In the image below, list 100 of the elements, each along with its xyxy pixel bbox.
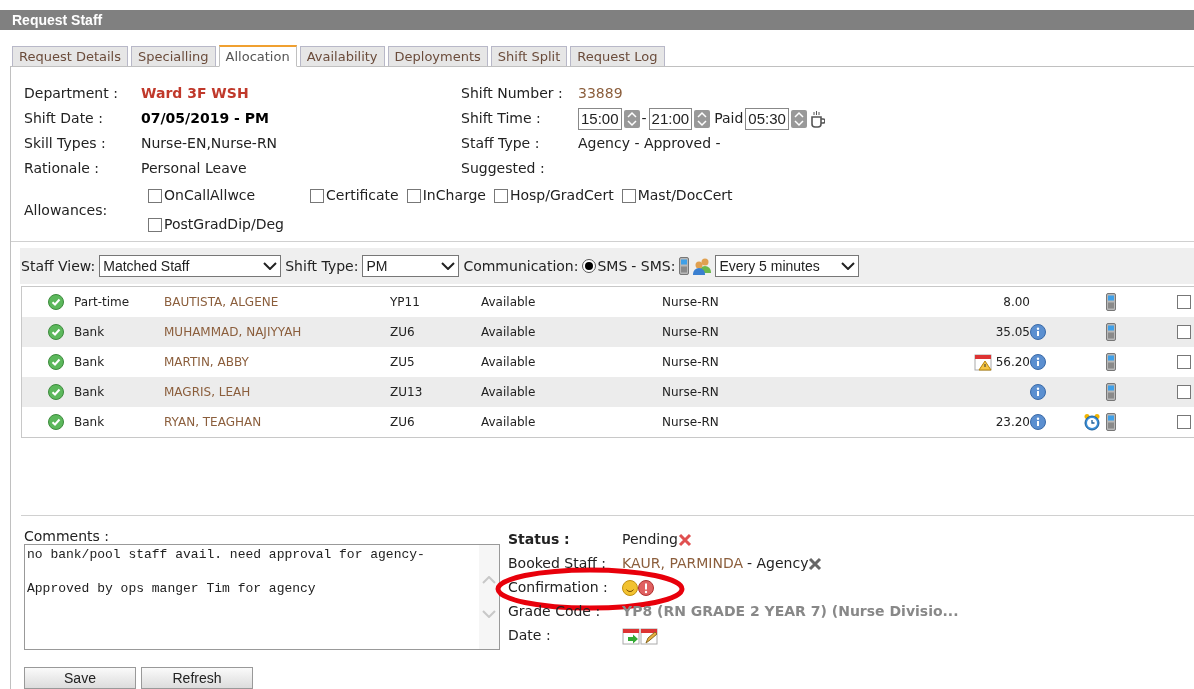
row-checkbox[interactable] [1177, 295, 1191, 309]
close-icon[interactable] [808, 556, 823, 571]
chevron-down-icon [263, 262, 278, 270]
mobile-phone-icon[interactable] [1106, 293, 1116, 311]
tab[interactable]: Shift Split [490, 46, 568, 66]
row-checkbox[interactable] [1177, 325, 1191, 339]
field-label: Skill Types : [24, 134, 107, 153]
department-value: Ward 3F WSH [141, 84, 249, 103]
staff-name: KAUR, PARMINDA [622, 554, 744, 573]
table-cell-text: ZU5 [390, 354, 416, 371]
checkbox-label: InCharge [422, 186, 486, 205]
skill-types-value: Nurse-EN,Nurse-RN [141, 134, 278, 153]
tab[interactable]: Deployments [387, 46, 488, 66]
radio-button[interactable] [582, 259, 597, 273]
info-icon[interactable] [1030, 414, 1046, 430]
time-field[interactable]: 05:30 [745, 107, 789, 130]
checkbox[interactable] [148, 217, 162, 232]
field-label: Confirmation : [508, 578, 609, 597]
comments-field[interactable]: no bank/pool staff avail. need approval for agency- Approved by ops manger Tim for agency [24, 544, 500, 650]
tab[interactable]: Availability [299, 46, 385, 66]
tab[interactable]: Specialling [131, 46, 216, 66]
close-icon[interactable] [677, 532, 692, 547]
check-circle-icon [48, 324, 64, 340]
chevron-down-icon [841, 262, 856, 270]
time-field[interactable]: 21:00 [648, 107, 693, 130]
mobile-phone-icon[interactable] [1106, 383, 1116, 401]
table-cell-text: Nurse-RN [662, 414, 720, 431]
button[interactable]: Refresh [141, 667, 253, 689]
hours-value: 23.20 [995, 414, 1030, 431]
agency-label: - Agency [747, 554, 809, 573]
table-cell-text: Available [481, 294, 537, 311]
checkbox[interactable] [310, 188, 324, 203]
checkbox-label: Hosp/GradCert [510, 186, 614, 205]
calendar-edit-icon[interactable] [640, 626, 658, 645]
sms-label: - SMS: [631, 256, 676, 276]
tab[interactable]: Request Log [570, 46, 665, 66]
check-circle-icon [48, 354, 64, 370]
hours-value: 8.00 [1003, 294, 1030, 311]
dropdown-value: PM [366, 256, 388, 276]
mobile-phone-icon[interactable] [1106, 413, 1116, 431]
table-cell-text: Nurse-RN [662, 354, 720, 371]
chevron-down-icon [441, 262, 456, 270]
field-label: Status : [508, 530, 571, 549]
checkbox[interactable] [148, 188, 162, 203]
table-cell-text: Nurse-RN [662, 294, 720, 311]
filter-label: Communication: [463, 256, 579, 276]
field-label: Department : [24, 84, 119, 103]
alert-icon [638, 579, 654, 596]
checkbox[interactable] [621, 188, 636, 203]
staff-name: BAUTISTA, ALGENE [164, 294, 280, 311]
staff-name: MUHAMMAD, NAJIYYAH [164, 324, 303, 341]
row-checkbox[interactable] [1177, 385, 1191, 399]
table-cell-text: Bank [74, 384, 106, 401]
button[interactable]: Save [24, 667, 136, 689]
table-cell-text: Nurse-RN [662, 384, 720, 401]
dropdown-value: Matched Staff [103, 256, 190, 276]
checkbox[interactable] [406, 188, 421, 203]
dropdown[interactable]: Matched Staff [99, 255, 282, 277]
info-icon[interactable] [1030, 384, 1046, 400]
mobile-phone-icon[interactable] [679, 257, 690, 275]
table-cell-text: Part-time [74, 294, 131, 311]
field-label: Suggested : [461, 159, 546, 178]
dropdown[interactable]: Every 5 minutes [715, 255, 860, 277]
row-checkbox[interactable] [1177, 415, 1191, 429]
spinner-icon[interactable] [790, 109, 807, 128]
checkbox[interactable] [494, 188, 508, 203]
hours-value: 35.05 [995, 324, 1030, 341]
staff-name: MARTIN, ABBY [164, 354, 250, 371]
dropdown[interactable]: PM [362, 255, 460, 277]
shift-number-value: 33889 [578, 84, 623, 103]
people-icon[interactable] [693, 257, 712, 275]
table-cell-text: Bank [74, 414, 106, 431]
time-field[interactable]: 15:00 [578, 107, 622, 130]
check-circle-icon [48, 384, 64, 400]
separator: - [641, 109, 647, 128]
row-checkbox[interactable] [1177, 355, 1191, 369]
window-title: Request Staff [12, 10, 103, 30]
table-cell-text: ZU6 [390, 324, 416, 341]
allowances-label: Allowances: [24, 200, 109, 220]
staff-name: RYAN, TEAGHAN [164, 414, 263, 431]
cup-icon [808, 109, 825, 128]
field-label: Date : [508, 626, 552, 645]
field-label: Shift Time : [461, 109, 542, 128]
mobile-phone-icon[interactable] [1106, 353, 1116, 371]
mobile-phone-icon[interactable] [1106, 323, 1116, 341]
info-icon[interactable] [1030, 324, 1046, 340]
filter-label: Shift Type: [285, 256, 359, 276]
spinner-icon[interactable] [623, 109, 640, 128]
staff-name: MAGRIS, LEAH [164, 384, 252, 401]
rationale-value: Personal Leave [141, 159, 247, 178]
radio-label: SMS [597, 256, 628, 276]
status-value: Pending [622, 530, 678, 549]
checkbox-label: OnCallAllwce [164, 186, 256, 205]
tab[interactable]: Allocation [218, 45, 297, 67]
shift-date-value: 07/05/2019 - PM [141, 109, 269, 128]
table-cell-text: Nurse-RN [662, 324, 720, 341]
info-icon[interactable] [1030, 354, 1046, 370]
spinner-icon[interactable] [694, 109, 711, 128]
tab[interactable]: Request Details [12, 46, 128, 66]
field-label: Rationale : [24, 159, 101, 178]
